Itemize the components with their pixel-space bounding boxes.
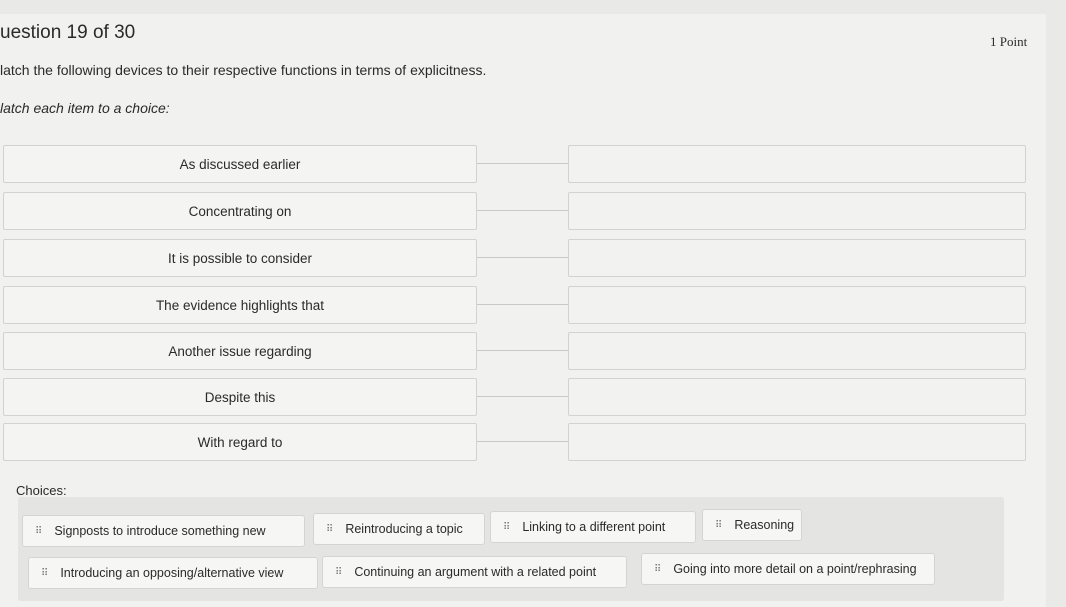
match-row: With regard to: [0, 423, 1030, 461]
answer-drop-slot[interactable]: [568, 192, 1026, 230]
choice-chip[interactable]: ⠿ Reasoning: [702, 509, 802, 541]
match-item: It is possible to consider: [3, 239, 477, 277]
choice-label: Signposts to introduce something new: [54, 524, 266, 538]
choice-chip[interactable]: ⠿ Introducing an opposing/alternative vie…: [28, 557, 318, 589]
choice-label: Reintroducing a topic: [345, 522, 463, 536]
answer-drop-slot[interactable]: [568, 286, 1026, 324]
match-row: It is possible to consider: [0, 239, 1030, 277]
connector-line: [477, 396, 568, 397]
drag-handle-icon[interactable]: ⠿: [35, 526, 42, 537]
choice-chip[interactable]: ⠿ Signposts to introduce something new: [22, 515, 305, 547]
connector-line: [477, 210, 568, 211]
choice-chip[interactable]: ⠿ Continuing an argument with a related p…: [322, 556, 627, 588]
answer-drop-slot[interactable]: [568, 239, 1026, 277]
answer-drop-slot[interactable]: [568, 423, 1026, 461]
choice-label: Linking to a different point: [522, 520, 666, 534]
drag-handle-icon[interactable]: ⠿: [326, 524, 333, 535]
question-title: uestion 19 of 30: [0, 22, 136, 43]
connector-line: [477, 304, 568, 305]
choice-label: Reasoning: [734, 518, 795, 532]
points-label: 1 Point: [990, 34, 1028, 49]
connector-line: [477, 163, 568, 164]
question-instruction: latch the following devices to their res…: [0, 62, 487, 78]
match-item: Another issue regarding: [3, 332, 477, 370]
drag-handle-icon[interactable]: ⠿: [41, 568, 48, 579]
choice-chip[interactable]: ⠿ Linking to a different point: [490, 511, 696, 543]
choices-label: Choices:: [16, 483, 67, 498]
choice-label: Going into more detail on a point/rephra…: [673, 562, 917, 576]
answer-drop-slot[interactable]: [568, 145, 1026, 183]
answer-drop-slot[interactable]: [568, 378, 1026, 416]
match-row: Another issue regarding: [0, 332, 1030, 370]
match-row: The evidence highlights that: [0, 286, 1030, 324]
choice-label: Continuing an argument with a related po…: [354, 565, 597, 579]
drag-handle-icon[interactable]: ⠿: [715, 520, 722, 531]
match-item: Concentrating on: [3, 192, 477, 230]
choice-chip[interactable]: ⠿ Reintroducing a topic: [313, 513, 485, 545]
choice-chip[interactable]: ⠿ Going into more detail on a point/rephr…: [641, 553, 935, 585]
connector-line: [477, 441, 568, 442]
drag-handle-icon[interactable]: ⠿: [654, 564, 661, 575]
connector-line: [477, 350, 568, 351]
choice-label: Introducing an opposing/alternative view: [60, 566, 284, 580]
connector-line: [477, 257, 568, 258]
match-row: Despite this: [0, 378, 1030, 416]
match-item: With regard to: [3, 423, 477, 461]
match-item: Despite this: [3, 378, 477, 416]
match-item: The evidence highlights that: [3, 286, 477, 324]
drag-handle-icon[interactable]: ⠿: [503, 522, 510, 533]
answer-drop-slot[interactable]: [568, 332, 1026, 370]
match-row: As discussed earlier: [0, 145, 1030, 183]
match-row: Concentrating on: [0, 192, 1030, 230]
match-item: As discussed earlier: [3, 145, 477, 183]
match-instruction: latch each item to a choice:: [0, 100, 170, 116]
drag-handle-icon[interactable]: ⠿: [335, 567, 342, 578]
